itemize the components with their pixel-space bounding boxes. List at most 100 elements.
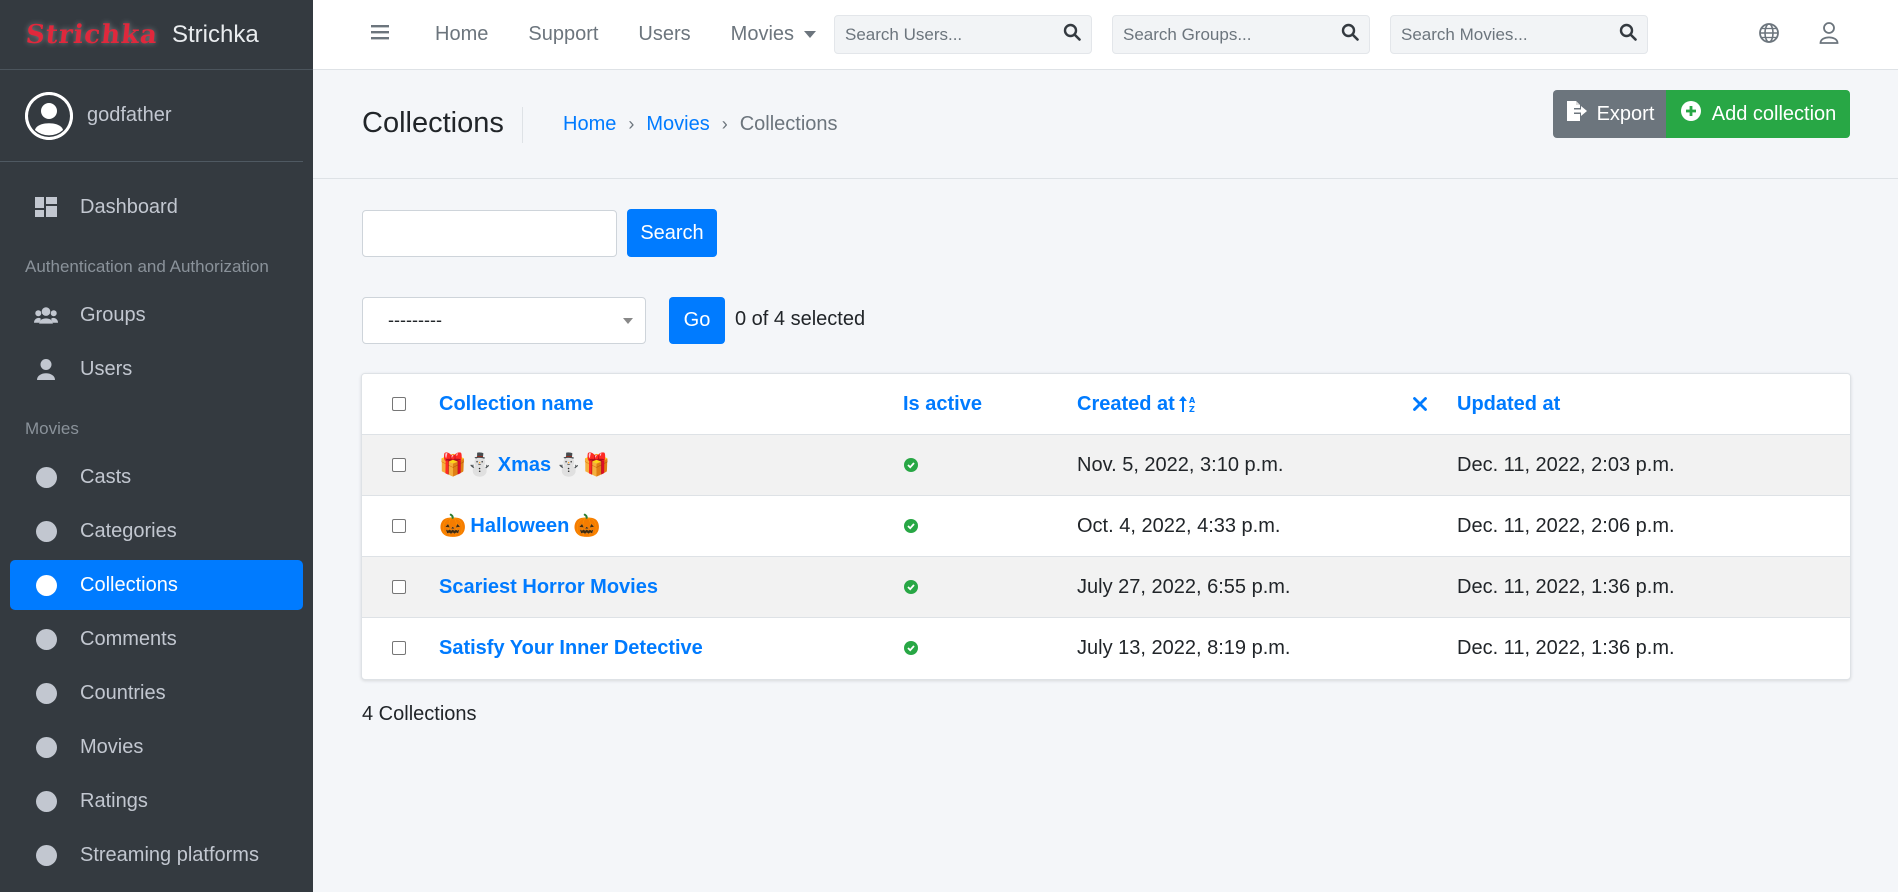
breadcrumb-home[interactable]: Home — [563, 113, 616, 136]
sidebar-item-label: Collections — [80, 573, 178, 596]
export-button[interactable]: Export — [1553, 90, 1666, 138]
collection-search-input[interactable] — [362, 210, 617, 257]
row-checkbox[interactable] — [392, 519, 406, 533]
circle-icon — [34, 628, 58, 650]
column-header-is-active[interactable]: Is active — [903, 374, 982, 434]
breadcrumb-separator: › — [721, 114, 728, 134]
circle-icon — [34, 520, 58, 542]
plus-circle-icon — [1680, 100, 1712, 128]
active-check-icon — [904, 435, 918, 495]
search-button[interactable]: Search — [627, 209, 717, 257]
nav-link-users[interactable]: Users — [638, 23, 690, 46]
sidebar-item-collections[interactable]: Collections — [10, 560, 303, 610]
circle-icon — [34, 682, 58, 704]
results-table: Collection name Is active Created at AZ … — [361, 373, 1851, 680]
caret-down-icon — [804, 31, 817, 38]
export-button-label: Export — [1596, 102, 1655, 125]
sidebar-item-label: Countries — [80, 681, 166, 704]
updated-at-cell: Dec. 11, 2022, 1:36 p.m. — [1457, 575, 1675, 598]
users-group-icon — [34, 305, 58, 325]
sidebar-item-ratings[interactable]: Ratings — [10, 776, 303, 826]
sidebar-item-streaming-platforms[interactable]: Streaming platforms — [10, 830, 303, 880]
sidebar-item-label: Dashboard — [80, 195, 178, 218]
collection-link[interactable]: Satisfy Your Inner Detective — [439, 637, 703, 660]
row-checkbox[interactable] — [392, 580, 406, 594]
pumpkin-emoji: 🎃 — [439, 513, 467, 539]
search-icon[interactable] — [1063, 23, 1081, 47]
search-users-input[interactable] — [845, 24, 1055, 45]
sidebar-item-movies[interactable]: Movies — [10, 722, 303, 772]
table-row: Scariest Horror Movies July 27, 2022, 6:… — [362, 556, 1850, 617]
action-select[interactable]: --------- — [362, 297, 646, 344]
column-header-label: Created at — [1077, 392, 1175, 415]
sidebar-item-comments[interactable]: Comments — [10, 614, 303, 664]
sidebar-item-label: Ratings — [80, 789, 148, 812]
globe-icon[interactable] — [1758, 22, 1780, 50]
active-check-icon — [904, 496, 918, 556]
collection-link[interactable]: Xmas — [498, 454, 551, 477]
collection-name-cell: Satisfy Your Inner Detective — [439, 618, 703, 678]
nav-link-support[interactable]: Support — [528, 23, 598, 46]
remove-sort-icon[interactable] — [1413, 374, 1427, 434]
column-header-updated-at[interactable]: Updated at — [1457, 374, 1560, 434]
go-button[interactable]: Go — [669, 297, 725, 344]
collection-link[interactable]: Halloween — [470, 515, 569, 538]
breadcrumb-separator: › — [628, 114, 635, 134]
table-header-row: Collection name Is active Created at AZ … — [362, 374, 1850, 434]
nav-dropdown-movies[interactable]: Movies — [731, 23, 817, 46]
svg-text:Z: Z — [1189, 405, 1195, 414]
sidebar-item-label: Casts — [80, 465, 132, 488]
sidebar-item-label: Movies — [80, 735, 144, 758]
row-checkbox[interactable] — [392, 458, 406, 472]
add-collection-label: Add collection — [1711, 102, 1837, 125]
search-movies-box — [1390, 15, 1648, 54]
sort-ascending-icon[interactable]: AZ — [1178, 394, 1197, 414]
user-avatar-icon — [25, 91, 73, 140]
circle-icon — [34, 790, 58, 812]
select-all-checkbox-cell — [392, 374, 406, 434]
caret-down-icon — [623, 318, 633, 324]
created-at-cell: July 13, 2022, 8:19 p.m. — [1077, 636, 1291, 659]
gift-snowman-emoji: 🎁⛄ — [439, 452, 494, 478]
sidebar-item-users[interactable]: Users — [10, 344, 303, 394]
updated-at-cell: Dec. 11, 2022, 2:03 p.m. — [1457, 453, 1675, 476]
user-name: godfather — [87, 104, 172, 126]
selected-count: 0 of 4 selected — [735, 308, 866, 330]
search-groups-input[interactable] — [1123, 24, 1333, 45]
brand[interactable]: Strichka Strichka — [0, 0, 313, 70]
created-at-cell: Nov. 5, 2022, 3:10 p.m. — [1077, 453, 1284, 476]
user-profile-icon[interactable] — [1819, 22, 1839, 50]
user-panel[interactable]: godfather — [0, 70, 303, 162]
column-header-created-at[interactable]: Created at AZ — [1077, 374, 1197, 434]
add-collection-button[interactable]: Add collection — [1666, 90, 1850, 138]
sidebar-item-dashboard[interactable]: Dashboard — [10, 182, 303, 232]
search-icon[interactable] — [1619, 23, 1637, 47]
snowman-gift-emoji: ⛄🎁 — [555, 452, 610, 478]
breadcrumb-current: Collections — [739, 113, 838, 135]
search-icon[interactable] — [1341, 23, 1359, 47]
hamburger-menu-icon[interactable] — [371, 24, 395, 46]
row-checkbox[interactable] — [392, 641, 406, 655]
top-navbar: Home Support Users Movies — [313, 0, 1898, 70]
breadcrumb-movies[interactable]: Movies — [646, 113, 709, 136]
search-movies-input[interactable] — [1401, 24, 1611, 45]
select-all-checkbox[interactable] — [392, 397, 406, 411]
action-select-value: --------- — [388, 310, 442, 330]
brand-name: Strichka — [171, 20, 259, 48]
sidebar-item-countries[interactable]: Countries — [10, 668, 303, 718]
sidebar-item-categories[interactable]: Categories — [10, 506, 303, 556]
nav-link-home[interactable]: Home — [435, 23, 488, 46]
sidebar-item-label: Users — [80, 357, 133, 380]
table-row: 🎃 Halloween 🎃 Oct. 4, 2022, 4:33 p.m. De… — [362, 495, 1850, 556]
page-title: Collections — [362, 107, 504, 139]
sidebar-item-groups[interactable]: Groups — [10, 290, 303, 340]
column-header-collection-name[interactable]: Collection name — [439, 374, 593, 434]
breadcrumb: Home › Movies › Collections — [563, 113, 838, 136]
sidebar-item-label: Categories — [80, 519, 177, 542]
created-at-cell: Oct. 4, 2022, 4:33 p.m. — [1077, 514, 1281, 537]
collection-link[interactable]: Scariest Horror Movies — [439, 576, 658, 599]
search-users-box — [834, 15, 1092, 54]
file-export-icon — [1565, 100, 1597, 128]
sidebar-item-casts[interactable]: Casts — [10, 452, 303, 502]
brand-logo: Strichka — [24, 19, 160, 50]
